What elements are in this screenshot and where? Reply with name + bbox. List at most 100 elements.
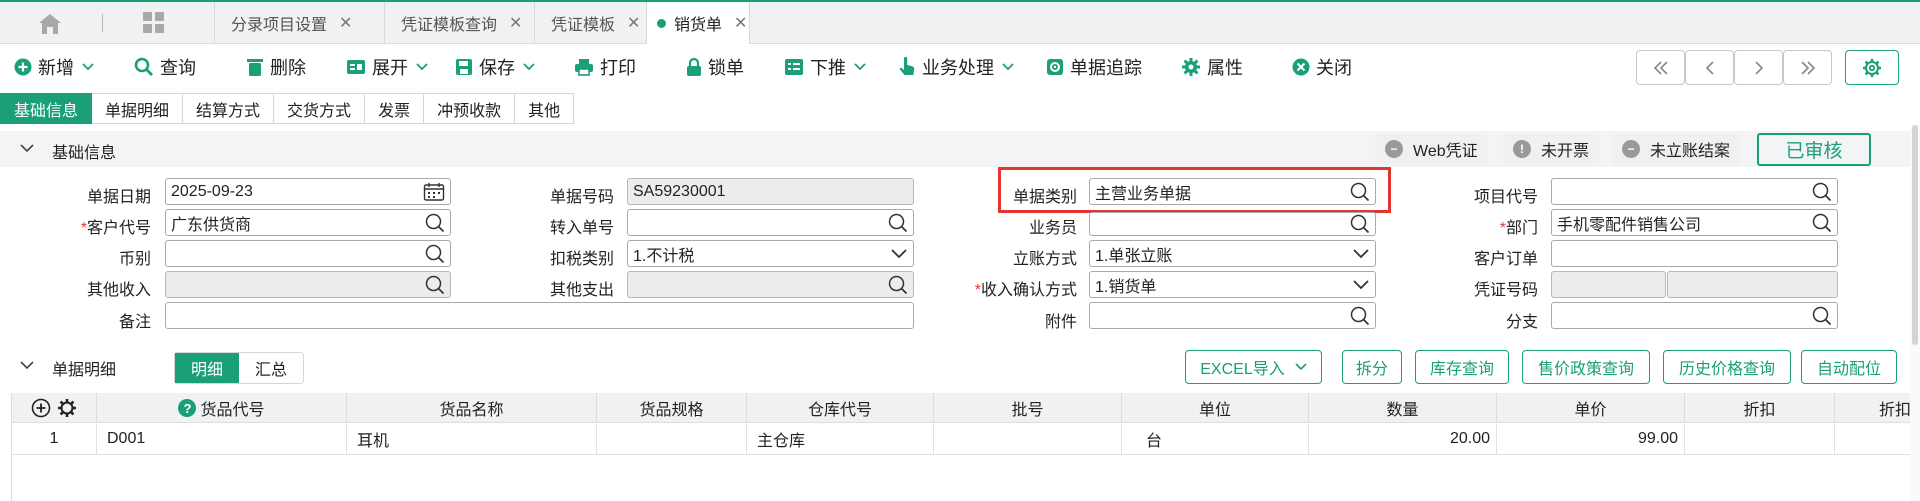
doc-trace-button[interactable]: 单据追踪 [1046,54,1142,80]
print-button[interactable]: 打印 [574,54,636,80]
subtab-delivery[interactable]: 交货方式 [274,93,366,124]
cell-discount[interactable] [1685,424,1835,455]
tab-entry-settings[interactable]: 分录项目设置 ✕ [214,2,374,44]
customer-order-field[interactable] [1551,240,1838,267]
search-icon[interactable] [1350,214,1370,234]
col-unit-price[interactable]: 单价 [1497,393,1685,423]
search-icon[interactable] [425,275,445,295]
add-row-icon[interactable] [31,398,51,418]
attachment-field[interactable] [1089,302,1376,329]
account-method-select[interactable]: 1.单张立账 [1089,240,1376,267]
chevron-left-icon [1705,60,1714,75]
settings-button[interactable] [1845,50,1899,85]
save-button[interactable]: 保存 [455,54,541,80]
subtab-basic-info[interactable]: 基础信息 [0,93,93,124]
home-icon[interactable] [36,12,64,36]
search-icon[interactable] [425,213,445,233]
search-icon[interactable] [1812,182,1832,202]
close-icon[interactable]: ✕ [734,13,747,33]
cell-goods-spec[interactable] [597,424,747,455]
search-icon[interactable] [425,244,445,264]
cell-unit[interactable]: 台 [1122,424,1309,455]
delete-button[interactable]: 删除 [246,54,306,80]
search-icon[interactable] [1812,306,1832,326]
lock-button[interactable]: 锁单 [686,54,744,80]
first-record-button[interactable] [1636,50,1685,85]
stock-query-button[interactable]: 库存查询 [1415,350,1509,384]
col-goods-name[interactable]: 货品名称 [347,393,597,423]
customer-code-field[interactable]: 广东供货商 [165,209,451,236]
detail-view-button[interactable]: 明细 [175,353,240,383]
col-goods-spec[interactable]: 货品规格 [597,393,747,423]
next-record-button[interactable] [1734,50,1783,85]
cell-warehouse[interactable]: 主仓库 [747,424,934,455]
excel-import-button[interactable]: EXCEL导入 [1185,350,1322,384]
transfer-no-field[interactable] [627,209,914,236]
add-button[interactable]: 新增 [14,54,100,80]
col-warehouse-code[interactable]: 仓库代号 [747,393,934,423]
close-icon[interactable]: ✕ [509,13,522,33]
auto-allocate-button[interactable]: 自动配位 [1801,350,1897,384]
branch-field[interactable] [1551,302,1838,329]
business-process-button[interactable]: 业务处理 [898,54,1020,80]
other-income-field[interactable] [165,271,451,298]
gear-icon[interactable] [57,398,77,418]
remark-field[interactable] [165,302,914,329]
subtab-doc-detail[interactable]: 单据明细 [92,93,184,124]
close-icon[interactable]: ✕ [339,13,352,33]
tab-voucher-template-query[interactable]: 凭证模板查询 ✕ [384,2,524,44]
col-quantity[interactable]: 数量 [1309,393,1497,423]
detail-table: ? 货品代号 货品名称 货品规格 仓库代号 批号 单位 数量 单价 折扣 折扣 … [11,393,1911,501]
last-record-button[interactable] [1783,50,1832,85]
summary-view-button[interactable]: 汇总 [239,353,303,383]
tab-sales-order[interactable]: 销货单 ✕ [646,2,750,44]
close-icon[interactable]: ✕ [627,13,640,33]
cell-goods-code[interactable]: D001 [97,424,347,455]
col-batch-no[interactable]: 批号 [934,393,1122,423]
search-icon[interactable] [888,275,908,295]
subtab-prepayment-offset[interactable]: 冲预收款 [424,93,516,124]
transfer-no-label: 转入单号 [549,220,614,237]
cell-quantity[interactable]: 20.00 [1309,424,1497,455]
apps-grid-icon[interactable] [142,11,166,35]
department-field[interactable]: 手机零配件销售公司 [1551,209,1838,236]
subtab-invoice[interactable]: 发票 [365,93,425,124]
col-unit[interactable]: 单位 [1122,393,1309,423]
tax-type-select[interactable]: 1.不计税 [627,240,914,267]
project-code-field[interactable] [1551,178,1838,205]
search-icon[interactable] [1812,213,1832,233]
search-icon[interactable] [888,213,908,233]
price-policy-query-button[interactable]: 售价政策查询 [1522,350,1650,384]
cell-batch[interactable] [934,424,1122,455]
revenue-confirm-select[interactable]: 1.销货单 [1089,271,1376,298]
prev-record-button[interactable] [1685,50,1734,85]
cell-discount-2[interactable] [1835,424,1911,455]
calendar-icon[interactable] [423,182,445,202]
split-button[interactable]: 拆分 [1342,350,1402,384]
currency-field[interactable] [165,240,451,267]
tab-voucher-template[interactable]: 凭证模板 ✕ [534,2,646,44]
col-discount-2[interactable]: 折扣 [1835,393,1911,423]
query-button[interactable]: 查询 [134,54,196,80]
subtab-settlement[interactable]: 结算方式 [183,93,275,124]
cell-unit-price[interactable]: 99.00 [1497,424,1685,455]
chevron-down-icon [82,63,94,71]
col-discount[interactable]: 折扣 [1685,393,1835,423]
push-down-button[interactable]: 下推 [784,54,872,80]
properties-button[interactable]: 属性 [1181,54,1243,80]
salesman-label: 业务员 [1028,220,1077,237]
col-goods-code[interactable]: ? 货品代号 [97,393,347,423]
expand-button[interactable]: 展开 [346,54,434,80]
search-icon[interactable] [1350,306,1370,326]
help-icon[interactable]: ? [178,399,197,417]
price-history-query-button[interactable]: 历史价格查询 [1663,350,1791,384]
close-button[interactable]: 关闭 [1292,54,1352,80]
salesman-field[interactable] [1089,212,1376,236]
vertical-scrollbar[interactable] [1910,125,1920,501]
doc-date-field[interactable]: 2025-09-23 [165,178,451,205]
section-title: 单据明细 [52,362,117,379]
cell-goods-name[interactable]: 耳机 [347,424,597,455]
subtab-other[interactable]: 其他 [515,93,575,124]
scrollbar-thumb[interactable] [1912,125,1918,345]
other-expense-field[interactable] [627,271,914,298]
